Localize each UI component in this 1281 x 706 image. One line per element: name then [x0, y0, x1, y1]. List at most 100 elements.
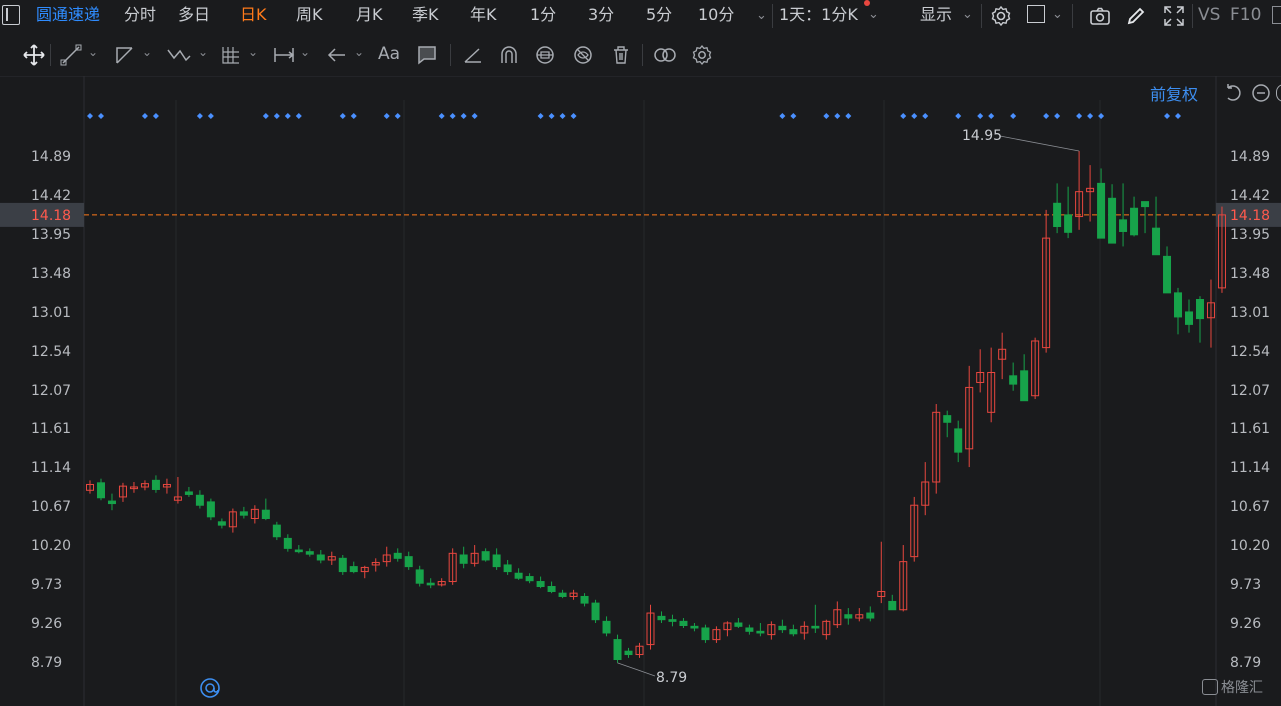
- range-chevron-icon[interactable]: ⌄: [868, 7, 879, 22]
- candle-body-18: [283, 537, 292, 549]
- candle-body-38: [503, 564, 512, 573]
- candle-body-29: [404, 556, 413, 568]
- candle-body-43: [558, 592, 567, 597]
- ytick-right-3: 13.48: [1230, 266, 1270, 282]
- candle-body-16: [261, 509, 270, 519]
- event-marker-12: [383, 113, 390, 119]
- candle-body-36: [481, 551, 490, 561]
- ytick-right-1: 14.42: [1230, 188, 1270, 204]
- fullscreen-icon[interactable]: [1162, 4, 1186, 28]
- candle-body-30: [415, 569, 424, 584]
- hide-drawing-icon[interactable]: [572, 44, 594, 66]
- ytick-right-2: 13.95: [1230, 227, 1270, 243]
- event-marker-18: [537, 113, 544, 119]
- watermark-text: 格隆汇: [1221, 680, 1263, 696]
- fib-grid-chevron-icon[interactable]: ⌄: [248, 45, 258, 59]
- drawing-toolbar: ⌄ ⌄ ⌄ ⌄ ⌄ ⌄ Aa: [0, 36, 1281, 74]
- event-marker-10: [339, 113, 346, 119]
- line-tool-icon[interactable]: [60, 44, 82, 66]
- wave-tool-chevron-icon[interactable]: ⌄: [198, 45, 208, 59]
- period-tab-1[interactable]: 多日: [178, 0, 210, 32]
- candle-body-94: [1119, 219, 1128, 232]
- candle-body-64: [789, 629, 798, 635]
- watermark: 格隆汇: [1202, 677, 1263, 697]
- move-icon[interactable]: [22, 43, 46, 67]
- trash-icon[interactable]: [610, 44, 632, 66]
- period-tab-4[interactable]: 月K: [356, 0, 383, 32]
- arrow-chevron-icon[interactable]: ⌄: [354, 45, 364, 59]
- display-menu[interactable]: 显示: [920, 0, 952, 32]
- event-marker-34: [1043, 113, 1050, 119]
- candle-body-101: [1195, 299, 1204, 320]
- candle-body-17: [272, 524, 281, 538]
- compare-circles-icon[interactable]: [652, 44, 678, 66]
- annotation-at-icon[interactable]: [199, 677, 221, 699]
- drawing-settings-icon[interactable]: [690, 43, 714, 67]
- layout-chevron-icon[interactable]: ⌄: [1052, 7, 1063, 22]
- stock-name[interactable]: 圆通速递: [36, 0, 100, 32]
- period-tab-6[interactable]: 年K: [470, 0, 497, 32]
- candle-body-2: [107, 500, 116, 505]
- event-marker-24: [823, 113, 830, 119]
- period-tab-7[interactable]: 1分: [530, 0, 556, 32]
- angle-tool-icon[interactable]: [462, 44, 484, 66]
- period-tab-5[interactable]: 季K: [412, 0, 439, 32]
- max-pointer-line: [999, 135, 1080, 152]
- channel-tool-icon[interactable]: [114, 44, 136, 66]
- period-tab-10[interactable]: 10分: [698, 0, 734, 32]
- candle-body-73: [888, 600, 897, 611]
- candle-body-40: [525, 576, 534, 582]
- ytick-right-13: 8.79: [1230, 655, 1261, 671]
- event-marker-27: [900, 113, 907, 119]
- period-tab-3[interactable]: 周K: [296, 0, 323, 32]
- ytick-left-11: 9.73: [31, 577, 62, 593]
- candle-body-14: [239, 511, 248, 516]
- settings-gear-icon[interactable]: [989, 4, 1013, 28]
- candle-body-61: [756, 630, 765, 634]
- fib-grid-icon[interactable]: [220, 44, 242, 66]
- channel-tool-chevron-icon[interactable]: ⌄: [142, 45, 152, 59]
- measure-icon[interactable]: [272, 44, 296, 66]
- vs-button[interactable]: VS: [1198, 0, 1220, 32]
- period-tab-0[interactable]: 分时: [124, 0, 156, 32]
- layout-square-icon[interactable]: [1027, 5, 1045, 23]
- comment-icon[interactable]: [416, 44, 438, 66]
- more-panel-icon[interactable]: [1272, 6, 1281, 24]
- lock-drawing-icon[interactable]: [534, 44, 556, 66]
- candle-body-56: [701, 627, 710, 641]
- event-marker-17: [471, 113, 478, 119]
- candle-body-28: [393, 552, 402, 559]
- candle-body-100: [1185, 311, 1193, 325]
- arrow-left-icon[interactable]: [326, 44, 348, 66]
- current-price-label-left: 14.18: [31, 208, 71, 224]
- event-marker-25: [834, 113, 841, 119]
- period-tab-8[interactable]: 3分: [588, 0, 614, 32]
- ytick-left-12: 9.26: [31, 616, 62, 632]
- period-tab-2[interactable]: 日K: [240, 0, 267, 32]
- event-marker-23: [790, 113, 797, 119]
- display-chevron-icon[interactable]: ⌄: [962, 7, 973, 22]
- magnet-icon[interactable]: [498, 44, 520, 66]
- event-marker-11: [350, 113, 357, 119]
- text-tool-icon[interactable]: Aa: [378, 44, 400, 64]
- chevron-down-icon[interactable]: ⌄: [756, 8, 767, 23]
- measure-chevron-icon[interactable]: ⌄: [300, 45, 310, 59]
- f10-button[interactable]: F10: [1230, 0, 1261, 32]
- range-selector[interactable]: 1天：1分K: [779, 0, 858, 32]
- line-tool-chevron-icon[interactable]: ⌄: [88, 45, 98, 59]
- period-tab-9[interactable]: 5分: [646, 0, 672, 32]
- pencil-icon[interactable]: [1124, 4, 1148, 28]
- wave-tool-icon[interactable]: [166, 44, 192, 66]
- candle-body-53: [668, 619, 677, 622]
- event-marker-5: [207, 113, 214, 119]
- panel-toggle-icon[interactable]: [2, 5, 20, 25]
- candle-body-54: [679, 620, 688, 627]
- event-marker-26: [845, 113, 852, 119]
- candlestick-chart[interactable]: 14.89 14.89 14.42 14.42 13.95 13.95 13.48 13.48…: [0, 76, 1281, 706]
- event-marker-38: [1098, 113, 1105, 119]
- camera-icon[interactable]: [1088, 4, 1112, 28]
- candle-body-42: [547, 586, 556, 592]
- event-marker-35: [1054, 113, 1061, 119]
- ytick-left-2: 13.95: [31, 227, 71, 243]
- event-marker-33: [1010, 113, 1017, 119]
